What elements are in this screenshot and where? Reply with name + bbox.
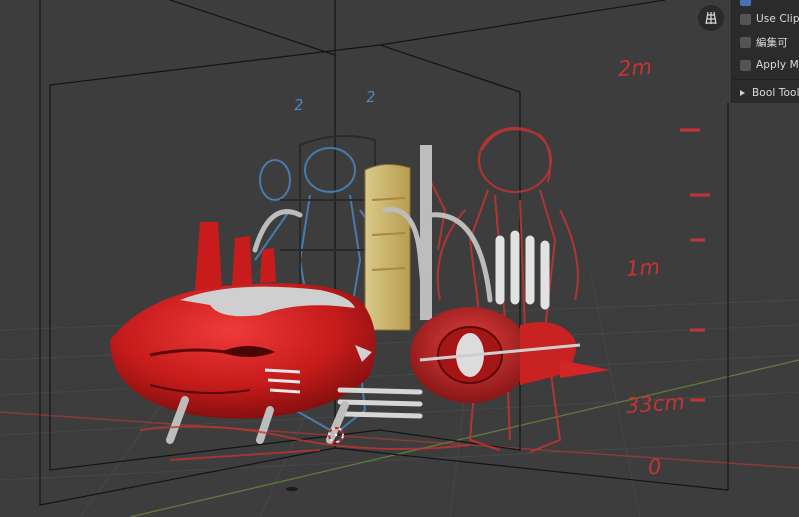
grid-floor-icon[interactable] [698,5,724,31]
use-clip-checkbox[interactable] [740,13,751,25]
partial-top-option[interactable] [740,0,756,9]
scale-label-1m: 1m [625,254,661,282]
scale-label-2m: 2m [617,54,653,82]
edit-checkbox[interactable] [740,36,751,48]
origin-dot [286,487,298,491]
apply-mirror-label: Apply Mir [756,59,799,71]
scale-label-0: 0 [647,454,663,480]
apply-mirror-option[interactable]: Apply Mir [740,56,799,74]
use-clip-option[interactable]: Use Clip [740,10,799,28]
grid-icon-glyph [705,11,717,25]
bool-tool-header[interactable]: Bool Tool [740,84,799,102]
yellow-pane [364,164,411,331]
sketch-mark-2: 2 [365,87,377,107]
viewport-scene [0,0,799,517]
triangle-right-icon[interactable] [740,90,745,96]
sketch-mark-1: 2 [293,95,305,115]
edit-label: 編集可 [756,36,788,49]
scale-label-33cm: 33cm [625,389,686,419]
sidebar-panel: Use Clip 編集可 Apply Mir Bool Tool [731,0,799,103]
apply-mirror-checkbox[interactable] [740,59,751,71]
panel-separator [732,79,799,80]
edit-option[interactable]: 編集可 [740,33,788,51]
bool-tool-label: Bool Tool [752,87,799,99]
3d-viewport[interactable]: 2 2 2m 1m 33cm 0 Use Clip 編集可 Apply Mir … [0,0,799,517]
red-sketch-strokes [139,425,471,461]
partial-top-checkbox[interactable] [740,0,751,6]
use-clip-label: Use Clip [756,13,799,25]
